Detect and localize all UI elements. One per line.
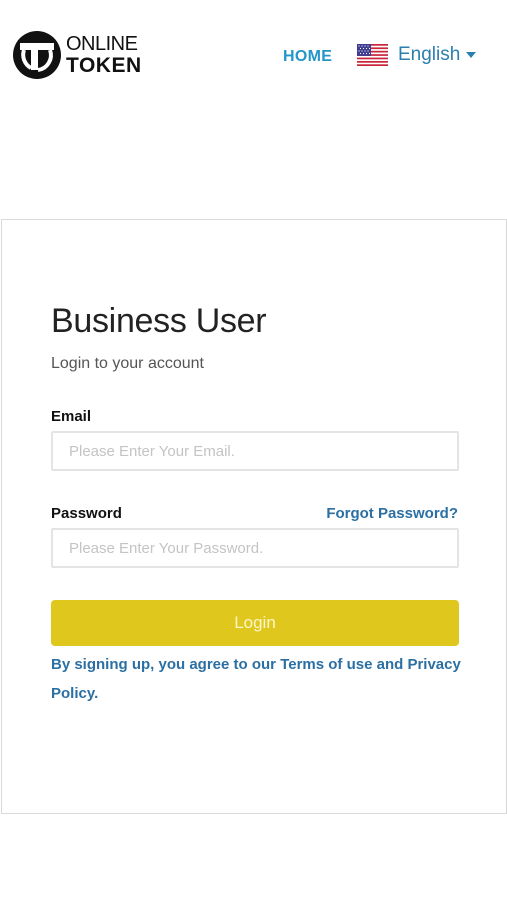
terms-prefix: By signing up, you agree to our (51, 656, 281, 673)
terms-and: and (372, 656, 408, 673)
password-label: Password (51, 505, 122, 522)
email-label: Email (51, 408, 92, 425)
us-flag-icon (357, 44, 388, 66)
chevron-down-icon (466, 52, 477, 58)
language-dropdown[interactable]: English (357, 44, 477, 66)
forgot-password-link[interactable]: Forgot Password? (326, 505, 458, 522)
logo-text: ONLINE TOKEN (66, 33, 142, 77)
logo[interactable]: ONLINE TOKEN (12, 30, 142, 80)
page-subtitle: Login to your account (51, 355, 204, 372)
terms-of-use-link[interactable]: Terms of use (280, 656, 372, 673)
login-card: Business User Login to your account Emai… (1, 219, 507, 814)
header: ONLINE TOKEN HOME English (0, 0, 507, 110)
password-field[interactable] (51, 528, 459, 568)
email-field[interactable] (51, 431, 459, 471)
language-label: English (398, 44, 461, 65)
terms-notice: By signing up, you agree to our Terms of… (51, 650, 461, 708)
logo-line-token: TOKEN (66, 54, 142, 77)
nav-home-link[interactable]: HOME (283, 48, 332, 66)
logo-icon (13, 31, 61, 79)
logo-line-online: ONLINE (66, 33, 138, 55)
terms-suffix: . (94, 685, 99, 702)
page-title: Business User (51, 302, 267, 340)
login-button[interactable]: Login (51, 600, 459, 646)
